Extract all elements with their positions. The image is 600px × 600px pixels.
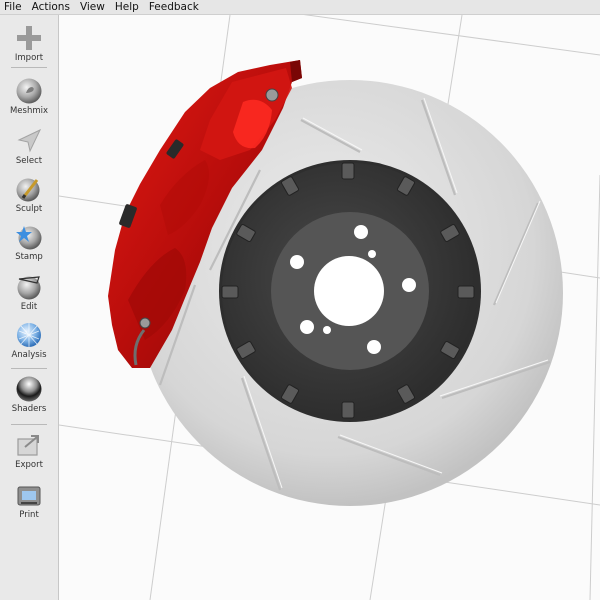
- edit-button[interactable]: Edit: [0, 273, 58, 312]
- meshmix-button[interactable]: Meshmix: [0, 77, 58, 116]
- printer-icon: [15, 481, 43, 509]
- edit-sphere-icon: [15, 273, 43, 301]
- menu-feedback[interactable]: Feedback: [144, 0, 204, 14]
- menu-view[interactable]: View: [75, 0, 110, 14]
- menu-file[interactable]: File: [0, 0, 27, 14]
- analysis-button[interactable]: Analysis: [0, 321, 58, 360]
- import-button[interactable]: Import: [0, 24, 58, 63]
- import-label: Import: [14, 53, 44, 63]
- shaders-button[interactable]: Shaders: [0, 375, 58, 414]
- export-icon: [15, 431, 43, 459]
- stamp-label: Stamp: [15, 252, 43, 262]
- meshmix-label: Meshmix: [9, 106, 49, 116]
- toolbar-divider: [11, 368, 47, 369]
- menu-help[interactable]: Help: [110, 0, 144, 14]
- toolbar-divider: [11, 424, 47, 425]
- rotor-hat[interactable]: [219, 160, 481, 422]
- chrome-sphere-icon: [15, 375, 43, 403]
- print-label: Print: [19, 510, 39, 520]
- sculpt-label: Sculpt: [15, 204, 43, 214]
- plus-icon: [15, 24, 43, 52]
- menu-bar: File Actions View Help Feedback: [0, 0, 600, 15]
- export-label: Export: [15, 460, 43, 470]
- select-label: Select: [15, 156, 43, 166]
- shaders-label: Shaders: [11, 404, 47, 414]
- mesh-sphere-icon: [15, 321, 43, 349]
- brush-sphere-icon: [15, 175, 43, 203]
- left-toolbar: Import Meshmix Select Sculpt Stamp Edit …: [0, 15, 59, 600]
- sculpt-button[interactable]: Sculpt: [0, 175, 58, 214]
- print-button[interactable]: Print: [0, 481, 58, 520]
- menu-actions[interactable]: Actions: [27, 0, 75, 14]
- analysis-label: Analysis: [11, 350, 47, 360]
- select-button[interactable]: Select: [0, 127, 58, 166]
- stamp-button[interactable]: Stamp: [0, 223, 58, 262]
- arrow-cursor-icon: [15, 127, 43, 155]
- bunny-sphere-icon: [15, 77, 43, 105]
- edit-label: Edit: [20, 302, 38, 312]
- toolbar-divider: [11, 67, 47, 68]
- 3d-viewport[interactable]: [59, 15, 600, 600]
- scene-canvas[interactable]: [59, 15, 600, 600]
- stamp-sphere-icon: [15, 223, 43, 251]
- export-button[interactable]: Export: [0, 431, 58, 470]
